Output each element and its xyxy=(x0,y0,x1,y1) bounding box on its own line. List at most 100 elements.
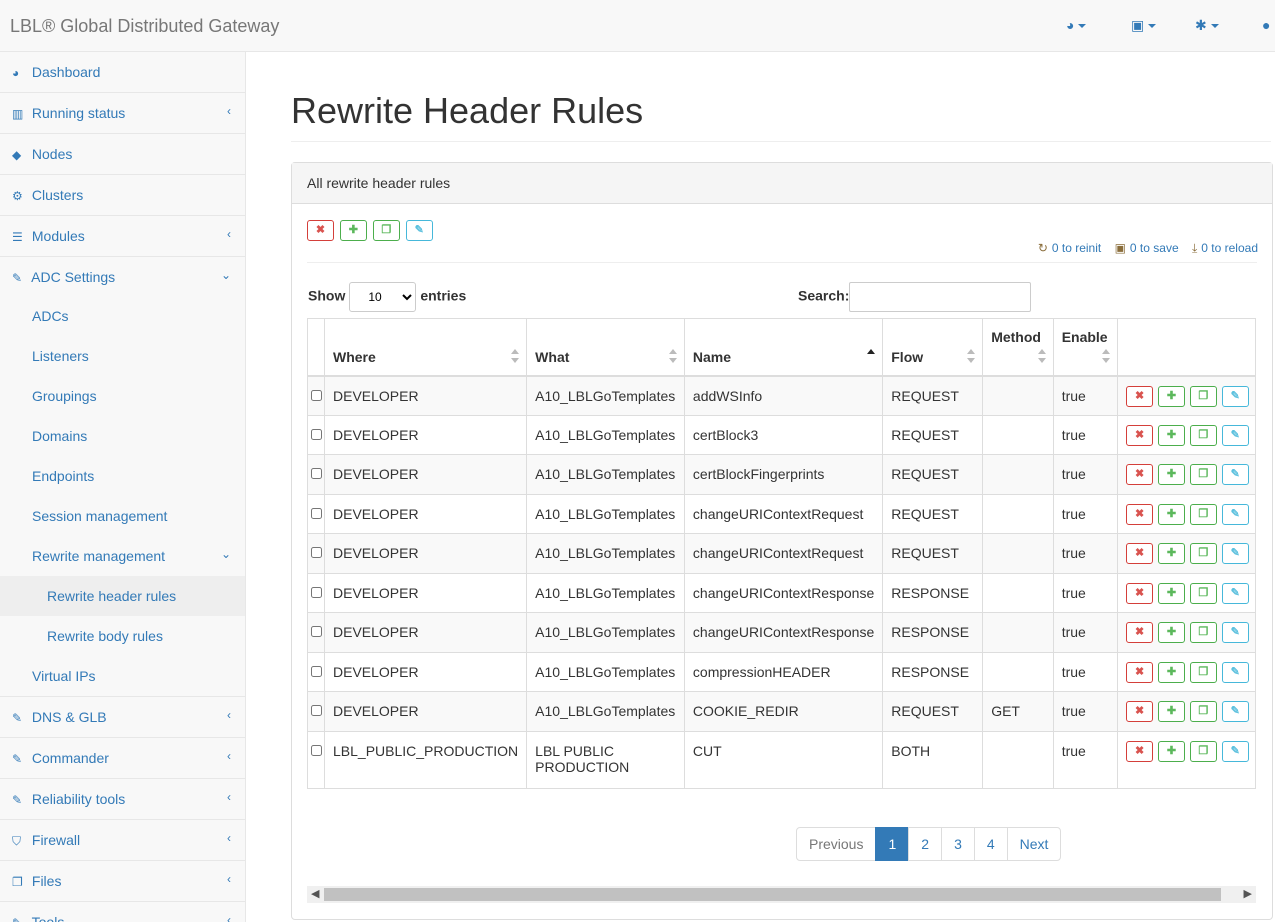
copy-row-button[interactable]: ❐ xyxy=(1189,464,1217,485)
sidebar-subitem-groupings[interactable]: Groupings xyxy=(0,376,245,416)
copy-row-button[interactable]: ❐ xyxy=(1189,503,1217,525)
sidebar-subitem-rewrite-body-rules[interactable]: Rewrite body rules xyxy=(0,616,245,656)
sidebar-subitem-session-management[interactable]: Session management xyxy=(0,496,245,536)
edit-row-button[interactable]: ✎ xyxy=(1221,622,1249,643)
sidebar-item-firewall[interactable]: ⛉ Firewall ‹ xyxy=(0,820,245,861)
copy-row-button[interactable]: ❐ xyxy=(1189,740,1217,762)
pagination-page-3[interactable]: 3 xyxy=(941,827,975,861)
sidebar-subitem-adcs[interactable]: ADCs xyxy=(0,296,245,336)
copy-row-button[interactable]: ❐ xyxy=(1189,385,1217,407)
delete-row-button[interactable]: ✖ xyxy=(1126,701,1154,722)
sidebar-item-running-status[interactable]: ▥ Running status ‹ xyxy=(0,93,245,134)
add-row-button[interactable]: ✚ xyxy=(1157,424,1185,446)
delete-row-button[interactable]: ✖ xyxy=(1126,740,1154,762)
horizontal-scrollbar[interactable]: ◀ ▶ xyxy=(307,886,1256,903)
delete-row-button[interactable]: ✖ xyxy=(1126,622,1154,643)
edit-row-button[interactable]: ✎ xyxy=(1221,701,1249,722)
sidebar-subitem-domains[interactable]: Domains xyxy=(0,416,245,456)
edit-selected-button[interactable]: ✎ xyxy=(405,220,433,241)
row-checkbox[interactable] xyxy=(311,507,322,519)
sidebar-subitem-rewrite-management[interactable]: Rewrite management ⌄ xyxy=(0,536,245,576)
column-header-where[interactable]: Where xyxy=(323,318,528,377)
row-checkbox[interactable] xyxy=(311,744,322,756)
add-row-button[interactable]: ✚ xyxy=(1157,464,1185,485)
pagination-page-1[interactable]: 1 xyxy=(875,827,910,861)
copy-row-button[interactable]: ❐ xyxy=(1189,701,1217,722)
save-menu-button[interactable]: ▣ xyxy=(1131,17,1157,34)
scrollbar-thumb[interactable] xyxy=(324,888,1221,901)
sidebar-item-nodes[interactable]: ◆ Nodes xyxy=(0,134,245,175)
sidebar-subitem-endpoints[interactable]: Endpoints xyxy=(0,456,245,496)
copy-row-button[interactable]: ❐ xyxy=(1189,543,1217,564)
sidebar-item-reliability-tools[interactable]: ✎ Reliability tools ‹ xyxy=(0,779,245,820)
dashboard-menu-button[interactable]: ◕ xyxy=(1066,17,1087,33)
add-rule-button[interactable]: ✚ xyxy=(339,220,367,241)
row-checkbox[interactable] xyxy=(311,586,322,598)
scroll-left-icon[interactable]: ◀ xyxy=(311,887,319,900)
column-header-enable[interactable]: Enable xyxy=(1052,318,1119,377)
add-row-button[interactable]: ✚ xyxy=(1157,385,1185,407)
sidebar-item-modules[interactable]: ☰ Modules ‹ xyxy=(0,216,245,257)
reinit-counter[interactable]: ↻ 0 to reinit xyxy=(1038,241,1101,255)
delete-selected-button[interactable]: ✖ xyxy=(307,220,334,241)
reload-counter[interactable]: ⤓ 0 to reload xyxy=(1192,241,1258,255)
pagination-page-2[interactable]: 2 xyxy=(908,827,943,861)
row-checkbox[interactable] xyxy=(311,547,322,558)
delete-row-button[interactable]: ✖ xyxy=(1126,424,1154,446)
sidebar-item-dashboard[interactable]: ◕ Dashboard xyxy=(0,52,245,93)
add-row-button[interactable]: ✚ xyxy=(1157,661,1185,683)
edit-row-button[interactable]: ✎ xyxy=(1221,385,1249,407)
pagination-page-4[interactable]: 4 xyxy=(973,827,1008,861)
add-row-button[interactable]: ✚ xyxy=(1157,740,1185,762)
column-header-what[interactable]: What xyxy=(526,318,685,377)
copy-row-button[interactable]: ❐ xyxy=(1189,424,1217,446)
sidebar-item-adc-settings[interactable]: ✎ ADC Settings ⌄ xyxy=(0,257,245,296)
copy-row-button[interactable]: ❐ xyxy=(1189,661,1217,683)
edit-row-button[interactable]: ✎ xyxy=(1221,582,1249,604)
row-checkbox[interactable] xyxy=(311,468,322,479)
edit-row-button[interactable]: ✎ xyxy=(1221,543,1249,564)
add-row-button[interactable]: ✚ xyxy=(1157,582,1185,604)
sidebar-item-tools[interactable]: ✎ Tools‹ xyxy=(0,902,245,922)
row-checkbox[interactable] xyxy=(311,428,322,440)
delete-row-button[interactable]: ✖ xyxy=(1126,543,1154,564)
delete-row-button[interactable]: ✖ xyxy=(1126,582,1154,604)
sidebar-subitem-virtual-ips[interactable]: Virtual IPs xyxy=(0,656,245,697)
user-menu-button[interactable]: ● xyxy=(1262,17,1270,33)
edit-row-button[interactable]: ✎ xyxy=(1221,740,1249,762)
settings-menu-button[interactable]: ✱ xyxy=(1195,17,1219,34)
add-row-button[interactable]: ✚ xyxy=(1157,701,1185,722)
scroll-right-icon[interactable]: ▶ xyxy=(1244,887,1252,900)
edit-row-button[interactable]: ✎ xyxy=(1221,661,1249,683)
copy-row-button[interactable]: ❐ xyxy=(1189,582,1217,604)
row-checkbox[interactable] xyxy=(311,705,322,716)
copy-selected-button[interactable]: ❐ xyxy=(372,220,400,241)
copy-row-button[interactable]: ❐ xyxy=(1189,622,1217,643)
sidebar-item-clusters[interactable]: ⚙ Clusters xyxy=(0,175,245,216)
sidebar-subitem-listeners[interactable]: Listeners xyxy=(0,336,245,376)
edit-row-button[interactable]: ✎ xyxy=(1221,424,1249,446)
row-checkbox[interactable] xyxy=(311,626,322,637)
save-counter[interactable]: ▣ 0 to save xyxy=(1115,241,1179,255)
edit-row-button[interactable]: ✎ xyxy=(1221,503,1249,525)
row-checkbox[interactable] xyxy=(311,665,322,677)
pagination-next[interactable]: Next xyxy=(1006,827,1062,861)
add-row-button[interactable]: ✚ xyxy=(1157,622,1185,643)
column-header-flow[interactable]: Flow xyxy=(882,318,984,377)
delete-row-button[interactable]: ✖ xyxy=(1126,661,1154,683)
delete-row-button[interactable]: ✖ xyxy=(1126,464,1154,485)
column-header-name[interactable]: Name xyxy=(683,318,884,377)
pagination-previous[interactable]: Previous xyxy=(796,827,877,861)
sidebar-item-commander[interactable]: ✎ Commander ‹ xyxy=(0,738,245,779)
add-row-button[interactable]: ✚ xyxy=(1157,543,1185,564)
sidebar-subitem-rewrite-header-rules[interactable]: Rewrite header rules xyxy=(0,576,245,616)
sidebar-item-files[interactable]: ❐ Files ‹ xyxy=(0,861,245,902)
delete-row-button[interactable]: ✖ xyxy=(1126,385,1154,407)
column-header-method[interactable]: Method xyxy=(982,318,1054,377)
delete-row-button[interactable]: ✖ xyxy=(1126,503,1154,525)
app-title[interactable]: LBL® Global Distributed Gateway xyxy=(10,16,279,37)
search-input[interactable] xyxy=(849,282,1032,312)
row-checkbox[interactable] xyxy=(311,389,322,401)
edit-row-button[interactable]: ✎ xyxy=(1221,464,1249,485)
sidebar-item-dns-glb[interactable]: ✎ DNS & GLB ‹ xyxy=(0,697,245,738)
